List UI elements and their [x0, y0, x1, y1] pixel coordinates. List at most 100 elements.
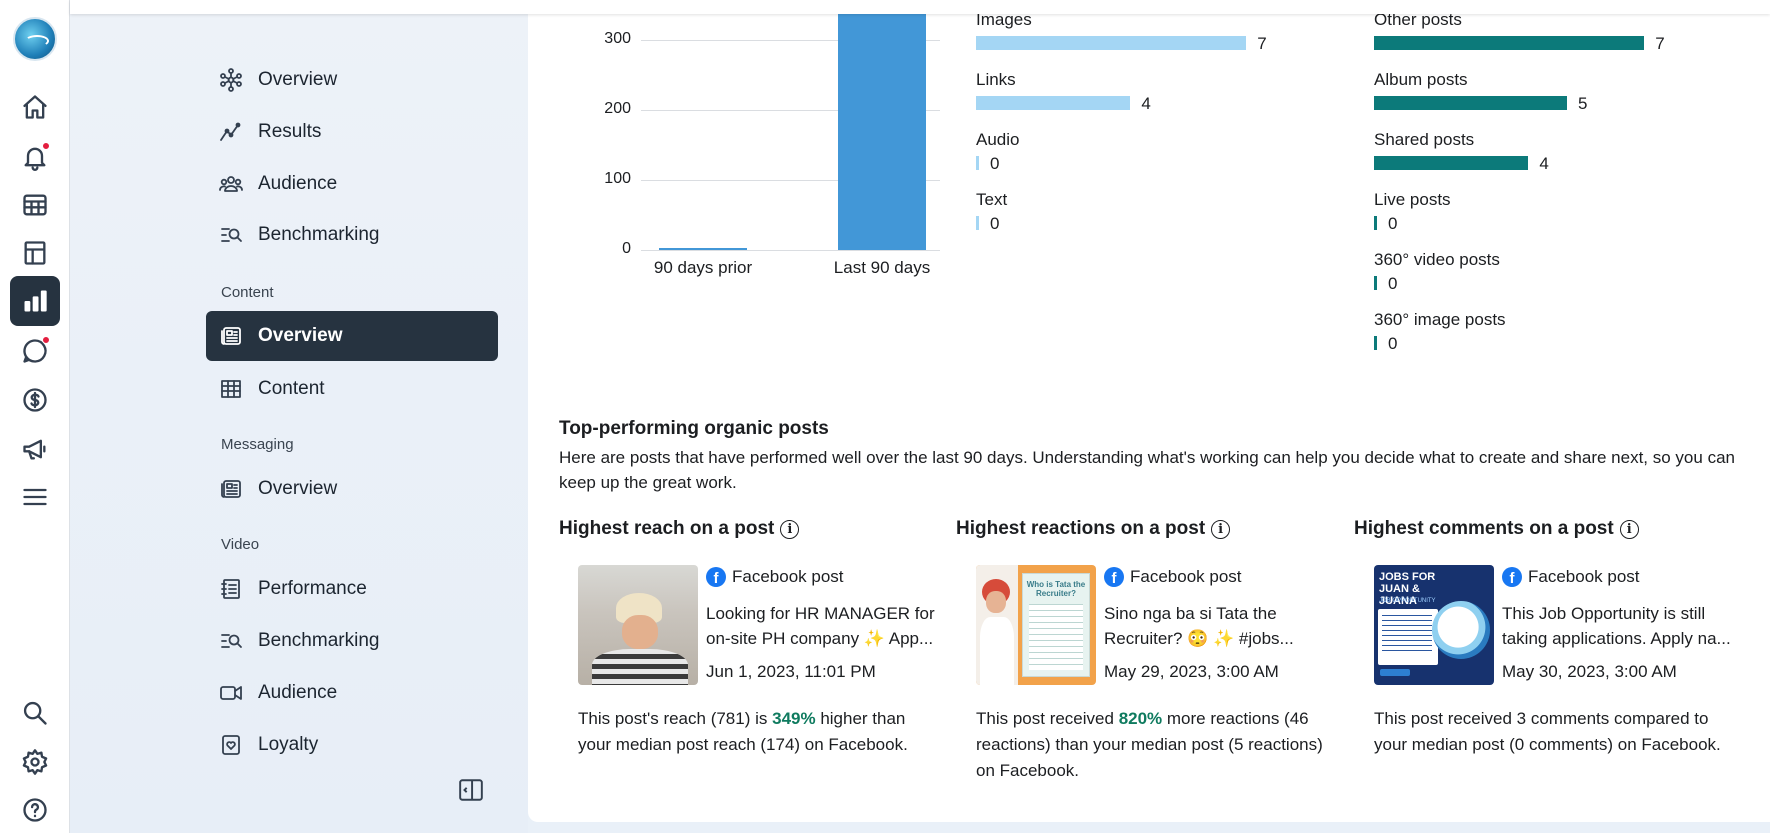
breakdown-bar[interactable]: [976, 96, 1131, 110]
post-thumbnail-reach[interactable]: [578, 565, 698, 685]
content-library-icon[interactable]: [10, 228, 60, 278]
monetization-dollar-icon[interactable]: [10, 375, 60, 425]
post-thumbnail-comments[interactable]: JOBS FOR JUAN & JUANA JOB OPPORTUNITY: [1374, 565, 1494, 685]
post-text-reactions[interactable]: Sino nga ba si Tata the Recruiter? 😳 ✨ #…: [1104, 601, 1304, 651]
breakdown-bar[interactable]: [976, 36, 1247, 50]
nav-messaging-overview[interactable]: Overview: [206, 464, 498, 514]
help-question-icon[interactable]: [10, 785, 60, 833]
benchmark-search-icon: [218, 222, 244, 248]
summary-pre: This post received: [976, 709, 1119, 728]
planner-grid-icon[interactable]: [10, 180, 60, 230]
nav-label: Overview: [258, 325, 343, 346]
post-type-comments: f Facebook post: [1502, 567, 1640, 587]
thumb-list-lines: [1382, 615, 1432, 655]
breakdown-bar[interactable]: [1374, 336, 1377, 350]
post-date-comments: May 30, 2023, 3:00 AM: [1502, 662, 1677, 681]
top-header-bar: [70, 0, 1770, 14]
post-text-reach[interactable]: Looking for HR MANAGER for on-site PH co…: [706, 601, 944, 651]
breakdown-label: Live posts: [1374, 190, 1451, 209]
menu-hamburger-icon[interactable]: [10, 472, 60, 522]
info-icon[interactable]: i: [1619, 519, 1639, 539]
post-thumbnail-reactions[interactable]: Who is Tata the Recruiter?: [976, 565, 1096, 685]
home-icon[interactable]: [10, 82, 60, 132]
post-type-label: Facebook post: [1130, 567, 1242, 586]
nav-label: Audience: [258, 682, 338, 703]
thumb-shirt-shape: [592, 649, 688, 685]
post-type-label: Facebook post: [1528, 567, 1640, 586]
nav-video-audience[interactable]: Audience: [206, 668, 498, 718]
breakdown-bar[interactable]: [1374, 276, 1377, 290]
nav-video-benchmarking[interactable]: Benchmarking: [206, 616, 498, 666]
post-summary-reach: This post's reach (781) is 349% higher t…: [578, 706, 943, 758]
breakdown-label: Audio: [976, 130, 1020, 149]
thumb-face-shape: [622, 615, 658, 649]
network-nodes-icon: [218, 67, 244, 93]
nav-label: Benchmarking: [258, 224, 380, 245]
highest-comments-title: Highest comments on a post i: [1354, 518, 1639, 540]
ads-megaphone-icon[interactable]: [10, 424, 60, 474]
breakdown-value: 4: [1141, 94, 1151, 113]
post-type-label: Facebook post: [732, 567, 844, 586]
inbox-chat-bubble-icon[interactable]: [10, 326, 60, 376]
column-title-text: Highest comments on a post: [1354, 518, 1614, 539]
post-date-reach: Jun 1, 2023, 11:01 PM: [706, 662, 876, 681]
nav-benchmarking[interactable]: Benchmarking: [206, 210, 498, 260]
post-text-comments[interactable]: This Job Opportunity is still taking app…: [1502, 601, 1742, 651]
settings-gear-icon[interactable]: [10, 737, 60, 787]
insights-bar-chart-icon[interactable]: [10, 276, 60, 326]
breakdown-label: 360° video posts: [1374, 250, 1500, 269]
top-posts-title: Top-performing organic posts: [559, 418, 829, 439]
breakdown-label: Shared posts: [1374, 130, 1475, 149]
breakdown-bar[interactable]: [1374, 36, 1645, 50]
info-icon[interactable]: i: [780, 519, 800, 539]
notifications-bell-icon[interactable]: [10, 132, 60, 182]
nav-label: Performance: [258, 578, 367, 599]
facebook-icon: f: [1104, 567, 1124, 587]
facebook-icon: f: [706, 567, 726, 587]
notebook-icon: [218, 576, 244, 602]
breakdown-bar[interactable]: [976, 156, 979, 170]
x-category-label: Last 90 days: [833, 258, 931, 277]
thumb-card-lines: [1029, 604, 1083, 670]
summary-pre: This post's reach (781) is: [578, 709, 773, 728]
content-overview-icon: [218, 323, 244, 349]
thumb-card: Who is Tata the Recruiter?: [1022, 573, 1090, 677]
chart-bar[interactable]: [659, 248, 747, 250]
post-summary-comments: This post received 3 comments compared t…: [1374, 706, 1744, 758]
highest-reach-title: Highest reach on a post i: [559, 518, 800, 540]
nav-video-loyalty[interactable]: Loyalty: [206, 720, 498, 770]
breakdown-bar[interactable]: [1374, 156, 1529, 170]
table-icon: [218, 376, 244, 402]
chart-gridline: [641, 250, 940, 251]
nav-label: Benchmarking: [258, 630, 380, 651]
breakdown-bar[interactable]: [1374, 216, 1377, 230]
summary-pre: This post received 3 comments compared t…: [1374, 709, 1721, 754]
chart-bar[interactable]: [838, 14, 926, 250]
search-icon[interactable]: [10, 688, 60, 738]
info-icon[interactable]: i: [1211, 519, 1231, 539]
inbox-dot: [42, 336, 50, 344]
thumb-face-shape: [986, 591, 1006, 613]
summary-percent: 820%: [1118, 709, 1163, 728]
line-trend-icon: [218, 119, 244, 145]
icon-rail: [0, 0, 70, 833]
breakdown-bar[interactable]: [1374, 96, 1567, 110]
y-tick-label: 200: [604, 100, 631, 117]
page-logo-avatar[interactable]: [13, 17, 57, 61]
nav-content-overview[interactable]: Overview: [206, 311, 498, 361]
nav-audience[interactable]: Audience: [206, 159, 498, 209]
breakdown-value: 4: [1539, 154, 1549, 173]
nav-results[interactable]: Results: [206, 107, 498, 157]
breakdown-bar[interactable]: [976, 216, 979, 230]
breakdown-value: 0: [990, 154, 1000, 173]
nav-content-content[interactable]: Content: [206, 364, 498, 414]
nav-label: Audience: [258, 173, 338, 194]
nav-video-performance[interactable]: Performance: [206, 564, 498, 614]
highest-reactions-title: Highest reactions on a post i: [956, 518, 1231, 540]
nav-overview[interactable]: Overview: [206, 55, 498, 105]
breakdown-value: 0: [1388, 334, 1398, 353]
breakdown-value: 0: [1388, 274, 1398, 293]
breakdown-label: Links: [976, 70, 1016, 89]
section-label-messaging: Messaging: [221, 436, 294, 453]
collapse-sidebar-icon[interactable]: [458, 777, 484, 803]
